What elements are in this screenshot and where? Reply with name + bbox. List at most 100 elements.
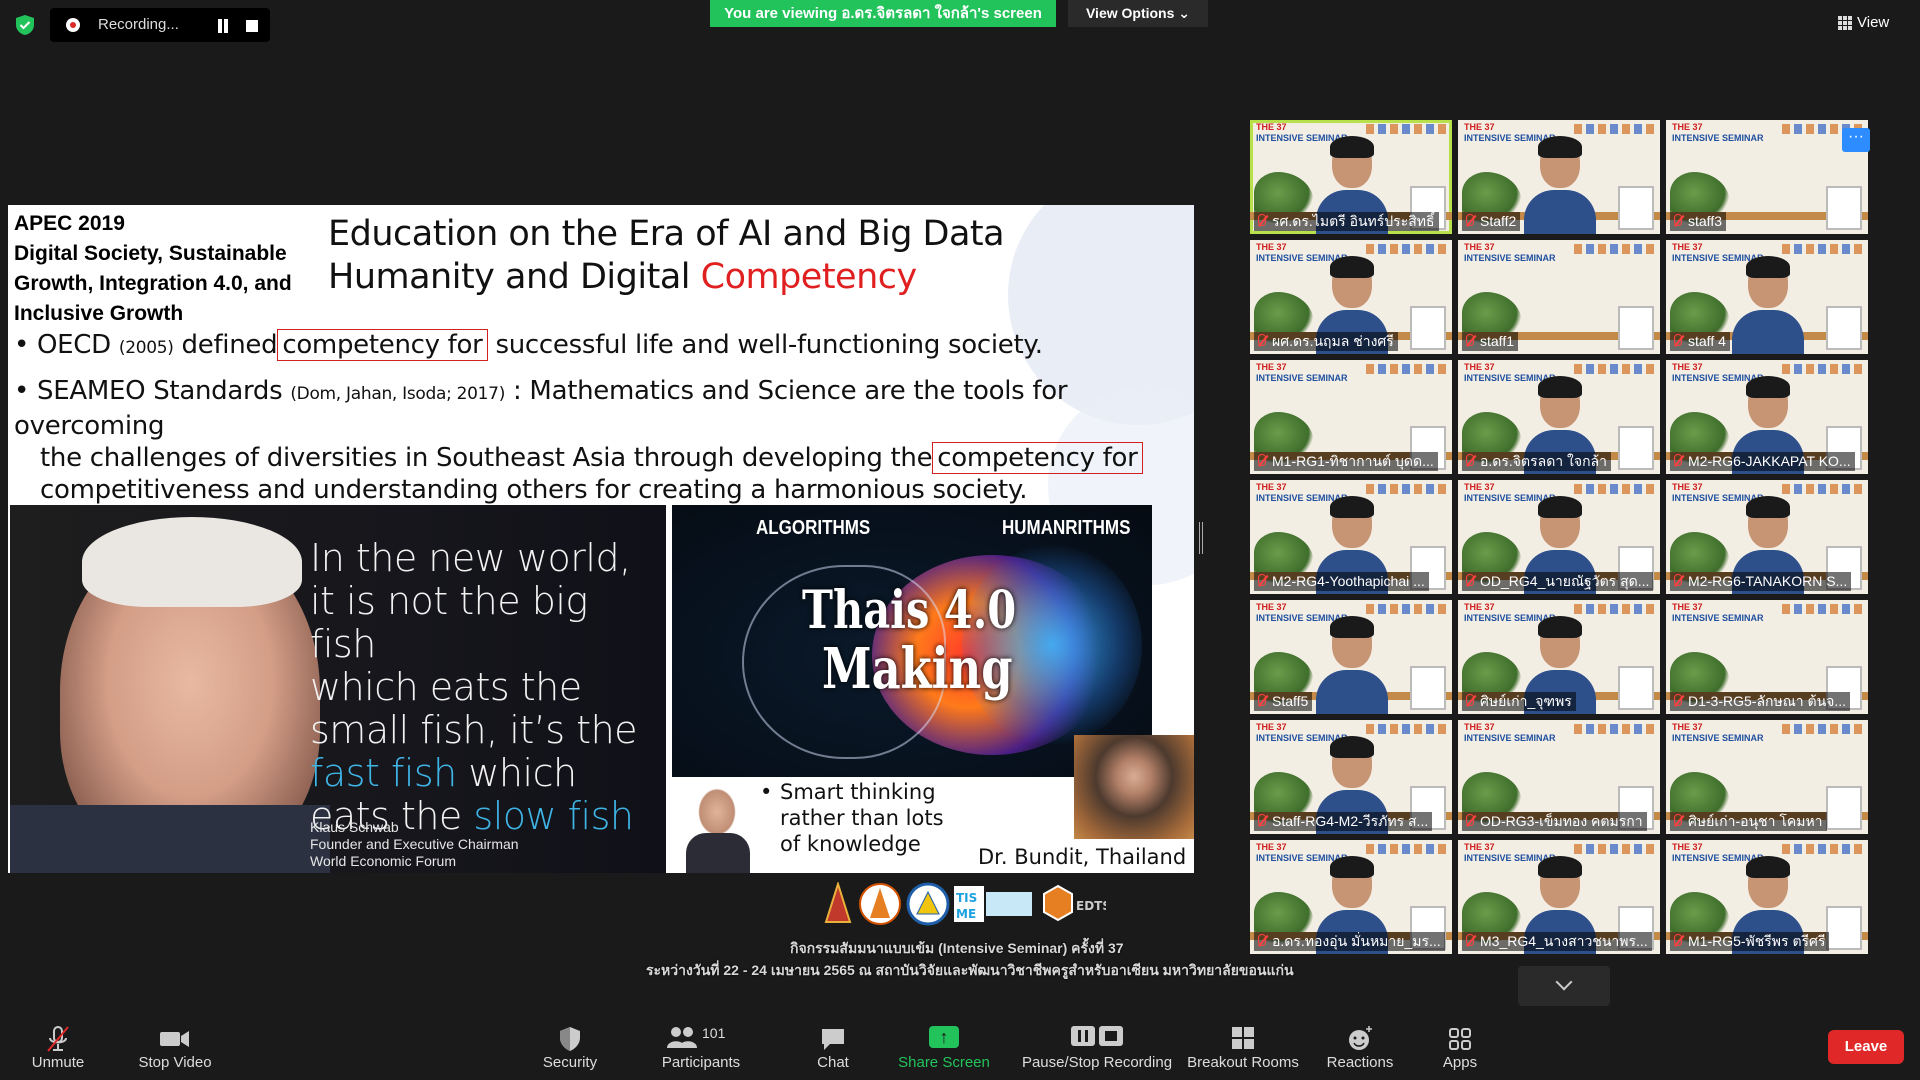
participant-name: Staff5 [1254, 692, 1313, 711]
view-options-button[interactable]: View Options ⌄ [1068, 0, 1208, 27]
banner-frame [1826, 786, 1862, 830]
apec-line: Growth, Integration 4.0, and [14, 272, 292, 295]
gallery-next-page-button[interactable] [1518, 966, 1610, 1006]
apps-button[interactable]: Apps [1420, 1024, 1500, 1080]
banner-logos-icon [1366, 724, 1446, 734]
participant-name: ผศ.ดร.นฤมล ช่างศรี [1254, 332, 1398, 351]
muted-microphone-icon [1674, 334, 1682, 346]
participant-tile[interactable]: THE 37 INTENSIVE SEMINAR M3_RG4_นางสาวชนาพ… [1458, 840, 1660, 954]
participant-tile[interactable]: THE 37 INTENSIVE SEMINAR อ.ดร.จิตรลดา ใจกล… [1458, 360, 1660, 474]
muted-microphone-icon [1466, 814, 1474, 826]
participant-tile[interactable]: THE 37 INTENSIVE SEMINAR ผศ.ดร.นฤมล ช่างศร… [1250, 240, 1452, 354]
pause-recording-icon[interactable] [216, 19, 230, 33]
participant-video [1524, 134, 1596, 234]
panel-resize-handle[interactable] [1199, 522, 1203, 554]
seminar-banner-number: THE 37 [1672, 602, 1703, 612]
participant-tile[interactable]: THE 37 INTENSIVE SEMINAR Staff2 [1458, 120, 1660, 234]
edts-logo-icon: EDTS [1043, 884, 1106, 922]
seminar-banner-number: THE 37 [1256, 362, 1287, 372]
participant-tile[interactable]: THE 37 INTENSIVE SEMINAR Staff5 [1250, 600, 1452, 714]
participants-button[interactable]: 101 Participants [655, 1024, 747, 1080]
unmute-button[interactable]: Unmute [22, 1024, 94, 1080]
muted-microphone-icon [1258, 814, 1266, 826]
seminar-banner-number: THE 37 [1256, 842, 1287, 852]
participant-name-text: staff3 [1688, 213, 1722, 229]
smart-line: of knowledge [780, 832, 921, 856]
banner-logos-icon [1574, 364, 1654, 374]
speaker-photo-suit [686, 833, 750, 873]
participant-tile[interactable]: THE 37 INTENSIVE SEMINAR staff1 [1458, 240, 1660, 354]
more-options-button[interactable]: ··· [1842, 128, 1870, 152]
participant-name: อ.ดร.จิตรลดา ใจกล้า [1462, 452, 1611, 471]
participant-tile[interactable]: THE 37 INTENSIVE SEMINAR staff 4 [1666, 240, 1868, 354]
participant-tile[interactable]: THE 37 INTENSIVE SEMINAR M1-RG5-พัชรีพร ตร… [1666, 840, 1868, 954]
share-screen-icon [929, 1026, 959, 1048]
participant-name: M3_RG4_นางสาวชนาพร... [1462, 932, 1652, 951]
stop-video-button[interactable]: Stop Video [130, 1024, 220, 1080]
apec-line: Digital Society, Sustainable [14, 242, 287, 265]
recording-indicator: Recording... [50, 8, 270, 42]
title-text: Humanity and Digital [328, 257, 701, 297]
banner-frame [1618, 186, 1654, 230]
portrait-suit [10, 805, 330, 873]
quote-line: small fish, it’s the [310, 708, 638, 752]
participant-name-text: Staff-RG4-M2-วีรภัทร ส... [1272, 813, 1429, 829]
pause-stop-recording-button[interactable]: Pause/Stop Recording [1014, 1024, 1180, 1080]
participant-hair [1538, 856, 1582, 878]
participant-hair [1330, 616, 1374, 638]
participant-name-text: M2-RG6-TANAKORN S... [1688, 573, 1848, 589]
security-button[interactable]: Security [534, 1024, 606, 1080]
chat-button[interactable]: Chat [808, 1024, 858, 1080]
share-screen-button[interactable]: Share Screen [894, 1024, 994, 1080]
participant-tile[interactable]: THE 37 INTENSIVE SEMINAR M2-RG6-JAKKAPAT K… [1666, 360, 1868, 474]
quote-line: it is not the big fish [310, 579, 588, 666]
banner-frame [1618, 306, 1654, 350]
boxed-phrase: competency for [277, 329, 488, 361]
seminar-banner-number: THE 37 [1672, 122, 1703, 132]
seminar-banner-title: INTENSIVE SEMINAR [1256, 373, 1348, 383]
view-button[interactable]: View [1838, 10, 1908, 36]
participant-hair [1330, 136, 1374, 158]
seminar-banner: THE 37 INTENSIVE SEMINAR [1256, 362, 1348, 384]
leave-button[interactable]: Leave [1828, 1030, 1904, 1064]
participants-label: Participants [661, 1054, 741, 1071]
reactions-smiley-icon [1349, 1026, 1372, 1050]
participant-hair [1330, 256, 1374, 278]
making-label: Making [822, 636, 1013, 702]
banner-frame [1826, 306, 1862, 350]
kku-logo-icon [824, 882, 852, 923]
participant-tile[interactable]: THE 37 INTENSIVE SEMINAR M2-RG4-Yoothapich… [1250, 480, 1452, 594]
participant-tile[interactable]: THE 37 INTENSIVE SEMINAR Staff-RG4-M2-วีรภ… [1250, 720, 1452, 834]
tisme-logo-icon: TIS ME [954, 886, 1032, 922]
bullet-citation: (2005) [118, 338, 174, 358]
participant-tile[interactable]: THE 37 INTENSIVE SEMINAR อ.ดร.ทองอุ่น มั่น… [1250, 840, 1452, 954]
seminar-banner-number: THE 37 [1256, 602, 1287, 612]
participant-tile[interactable]: THE 37 INTENSIVE SEMINAR ศิษย์เก่า_จุฑพร [1458, 600, 1660, 714]
seminar-banner: THE 37 INTENSIVE SEMINAR [1672, 602, 1764, 624]
banner-frame [1826, 906, 1862, 950]
participant-name-text: รศ.ดร.ไมตรี อินทร์ประสิทธิ์ [1272, 213, 1435, 229]
participant-tile[interactable]: THE 37 INTENSIVE SEMINAR M2-RG6-TANAKORN S… [1666, 480, 1868, 594]
quote-line: fast fish which [310, 752, 650, 795]
seminar-banner-number: THE 37 [1256, 482, 1287, 492]
seminar-banner-number: THE 37 [1464, 122, 1495, 132]
participant-tile[interactable]: THE 37 INTENSIVE SEMINAR รศ.ดร.ไมตรี อินทร… [1250, 120, 1452, 234]
participant-tile[interactable]: THE 37 INTENSIVE SEMINAR D1-3-RG5-ลักษณา ต… [1666, 600, 1868, 714]
participant-tile[interactable]: THE 37 INTENSIVE SEMINAR M1-RG1-ทิชากานต์ … [1250, 360, 1452, 474]
participant-tile[interactable]: THE 37 INTENSIVE SEMINAR ศิษย์เก่า-อนุชา โ… [1666, 720, 1868, 834]
reactions-button[interactable]: Reactions [1320, 1024, 1400, 1080]
participant-tile[interactable]: THE 37 INTENSIVE SEMINAR OD-RG3-เข็มทอง คต… [1458, 720, 1660, 834]
participant-tile[interactable]: THE 37 INTENSIVE SEMINAR staff3 [1666, 120, 1868, 234]
stop-recording-icon[interactable] [246, 20, 258, 32]
participant-hair [1746, 496, 1790, 518]
credit-line: Klaus Schwab [310, 819, 399, 835]
shield-icon[interactable] [14, 14, 36, 36]
portrait-hair [82, 517, 302, 607]
banner-frame [1410, 666, 1446, 710]
schwab-credit: Klaus Schwab Founder and Executive Chair… [310, 819, 519, 870]
participant-hair [1538, 496, 1582, 518]
participant-tile[interactable]: THE 37 INTENSIVE SEMINAR OD_RG4_นายณัฐวัตร… [1458, 480, 1660, 594]
sponsor-logos: TIS ME EDTS [822, 882, 1106, 928]
seminar-banner-title: INTENSIVE SEMINAR [1672, 733, 1764, 743]
breakout-rooms-button[interactable]: Breakout Rooms [1186, 1024, 1300, 1080]
